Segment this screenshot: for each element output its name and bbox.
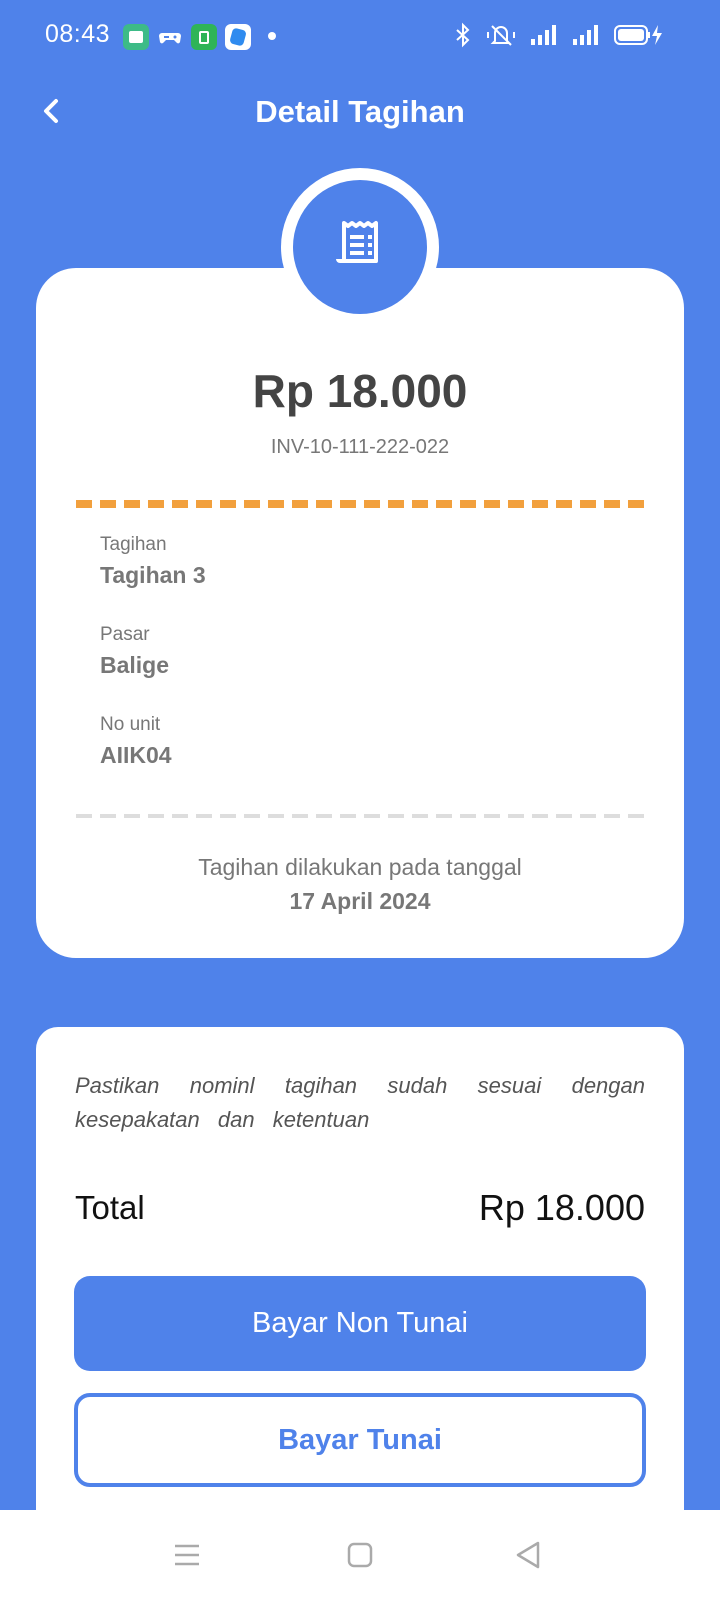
invoice-detail-card: Rp 18.000 INV-10-111-222-022 Tagihan Tag… — [36, 268, 684, 958]
pay-non-cash-button[interactable]: Bayar Non Tunai — [74, 1276, 646, 1371]
field-label: Tagihan — [100, 534, 167, 555]
back-nav-button[interactable] — [512, 1538, 546, 1572]
receipt-badge — [281, 168, 439, 326]
confirmation-notice: Pastikan nominl tagihan sudah sesuai den… — [75, 1073, 645, 1132]
field-no-unit: No unit AIIK04 — [100, 714, 172, 769]
status-bar: 08:43 — [0, 0, 720, 72]
signal-icon — [572, 24, 600, 46]
status-time: 08:43 — [45, 20, 111, 48]
menu-icon — [170, 1544, 204, 1576]
blue-app-icon — [225, 24, 251, 50]
field-label: Pasar — [100, 624, 150, 645]
notification-dot — [268, 32, 276, 40]
home-square-icon — [343, 1542, 377, 1576]
field-value: Tagihan 3 — [100, 562, 206, 588]
system-icons — [454, 22, 664, 48]
game-controller-icon — [157, 24, 183, 50]
home-button[interactable] — [343, 1538, 377, 1572]
invoice-amount: Rp 18.000 — [252, 365, 468, 417]
field-tagihan: Tagihan Tagihan 3 — [100, 534, 206, 589]
total-label: Total — [75, 1189, 145, 1226]
store-app-icon — [191, 24, 217, 50]
back-triangle-icon — [512, 1541, 546, 1576]
battery-charging-icon — [614, 23, 664, 47]
total-value: Rp 18.000 — [478, 1187, 645, 1228]
receipt-icon — [330, 215, 390, 280]
invoice-date: 17 April 2024 — [289, 888, 431, 914]
date-note: Tagihan dilakukan pada tanggal — [198, 854, 522, 880]
field-label: No unit — [100, 714, 161, 735]
chat-app-icon — [123, 24, 149, 50]
page-title: Detail Tagihan — [255, 94, 465, 129]
field-value: Balige — [100, 652, 170, 678]
system-nav-bar — [0, 1510, 720, 1600]
field-pasar: Pasar Balige — [100, 624, 169, 679]
app-header: Detail Tagihan — [0, 80, 720, 144]
grey-dashed-divider — [76, 814, 644, 818]
pay-cash-button[interactable]: Bayar Tunai — [74, 1393, 646, 1487]
payment-card: Pastikan nominl tagihan sudah sesuai den… — [36, 1027, 684, 1527]
bluetooth-icon — [454, 22, 472, 48]
field-value: AIIK04 — [100, 742, 172, 768]
mute-icon — [486, 22, 516, 48]
invoice-number: INV-10-111-222-022 — [270, 436, 450, 458]
signal-icon — [530, 24, 558, 46]
orange-dashed-divider — [76, 500, 644, 508]
menu-button[interactable] — [170, 1538, 204, 1572]
